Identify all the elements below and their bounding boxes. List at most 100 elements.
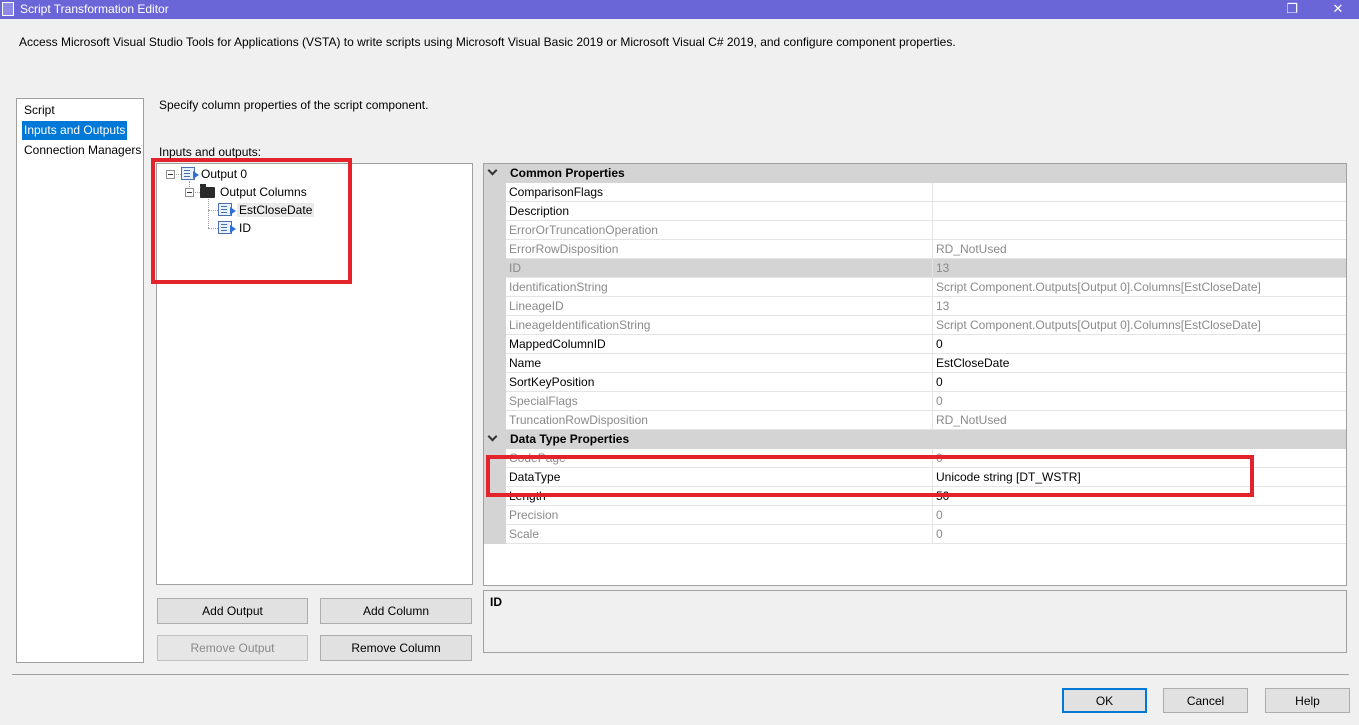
property-name: LineageIdentificationString — [506, 316, 933, 335]
property-value[interactable]: 0 — [933, 525, 1346, 544]
property-row-description[interactable]: Description — [484, 202, 1346, 221]
property-value[interactable]: RD_NotUsed — [933, 411, 1346, 430]
row-gutter — [484, 449, 506, 468]
property-name: Name — [506, 354, 933, 373]
tree-item-column-id[interactable]: ID — [239, 219, 251, 237]
row-gutter — [484, 297, 506, 316]
close-button[interactable]: ✕ — [1318, 0, 1358, 19]
property-value[interactable]: 0 — [933, 373, 1346, 392]
property-row-comparisonflags[interactable]: ComparisonFlags — [484, 183, 1346, 202]
tree-item-label: ID — [239, 221, 251, 235]
cancel-button[interactable]: Cancel — [1163, 688, 1248, 713]
category-common-properties[interactable]: Common Properties — [484, 164, 1346, 183]
tree-item-label: Output Columns — [220, 185, 307, 199]
property-row-codepage[interactable]: CodePage 0 — [484, 449, 1346, 468]
property-row-lineageidentificationstring[interactable]: LineageIdentificationString Script Compo… — [484, 316, 1346, 335]
restore-button[interactable]: ❐ — [1272, 0, 1312, 19]
property-value[interactable]: 0 — [933, 392, 1346, 411]
property-grid: Common Properties ComparisonFlags Descri… — [483, 163, 1347, 586]
property-name: SortKeyPosition — [506, 373, 933, 392]
tree-item-label: Output 0 — [201, 167, 248, 181]
row-gutter — [484, 487, 506, 506]
row-gutter — [484, 392, 506, 411]
property-row-identificationstring[interactable]: IdentificationString Script Component.Ou… — [484, 278, 1346, 297]
add-column-button[interactable]: Add Column — [320, 598, 472, 624]
nav-item-script[interactable]: Script — [22, 101, 57, 120]
remove-output-button[interactable]: Remove Output — [157, 635, 308, 661]
property-row-lineageid[interactable]: LineageID 13 — [484, 297, 1346, 316]
row-gutter — [484, 240, 506, 259]
property-value[interactable]: EstCloseDate — [933, 354, 1346, 373]
property-name: Description — [506, 202, 933, 221]
tree-item-column-estclosedate[interactable]: EstCloseDate — [237, 201, 315, 219]
property-row-specialflags[interactable]: SpecialFlags 0 — [484, 392, 1346, 411]
row-gutter — [484, 354, 506, 373]
page-description: Specify column properties of the script … — [159, 98, 429, 112]
property-name: Precision — [506, 506, 933, 525]
folder-icon — [200, 184, 215, 198]
property-name: LineageID — [506, 297, 933, 316]
tree-item-output-columns[interactable]: Output Columns — [220, 183, 307, 201]
chevron-down-icon[interactable] — [487, 431, 498, 442]
row-gutter — [484, 506, 506, 525]
property-row-sortkeyposition[interactable]: SortKeyPosition 0 — [484, 373, 1346, 392]
property-name: TruncationRowDisposition — [506, 411, 933, 430]
property-value[interactable]: 0 — [933, 506, 1346, 525]
row-gutter — [484, 183, 506, 202]
property-row-mappedcolumnid[interactable]: MappedColumnID 0 — [484, 335, 1346, 354]
property-value[interactable]: 50 — [933, 487, 1346, 506]
row-gutter — [484, 373, 506, 392]
category-data-type-properties[interactable]: Data Type Properties — [484, 430, 1346, 449]
add-output-button[interactable]: Add Output — [157, 598, 308, 624]
row-gutter — [484, 335, 506, 354]
column-icon — [218, 203, 236, 216]
nav-item-inputs-and-outputs[interactable]: Inputs and Outputs — [22, 121, 128, 140]
property-row-scale[interactable]: Scale 0 — [484, 525, 1346, 544]
inputs-outputs-tree: Output 0 Output Columns EstCloseDate ID — [156, 163, 473, 585]
property-row-id[interactable]: ID 13 — [484, 259, 1346, 278]
chevron-down-icon[interactable] — [487, 165, 498, 176]
property-description-title: ID — [490, 595, 502, 609]
property-row-datatype[interactable]: DataType Unicode string [DT_WSTR] — [484, 468, 1346, 487]
property-value[interactable] — [933, 183, 1346, 202]
row-gutter — [484, 316, 506, 335]
property-name: CodePage — [506, 449, 933, 468]
property-value[interactable]: Script Component.Outputs[Output 0].Colum… — [933, 316, 1346, 335]
property-row-truncationrowdisposition[interactable]: TruncationRowDisposition RD_NotUsed — [484, 411, 1346, 430]
title-bar: Script Transformation Editor ❐ ✕ — [0, 0, 1359, 19]
tree-item-output-0[interactable]: Output 0 — [201, 165, 247, 183]
remove-column-button[interactable]: Remove Column — [320, 635, 472, 661]
property-value[interactable] — [933, 202, 1346, 221]
property-value[interactable]: Script Component.Outputs[Output 0].Colum… — [933, 278, 1346, 297]
collapse-toggle-output-columns[interactable] — [185, 188, 194, 197]
property-row-precision[interactable]: Precision 0 — [484, 506, 1346, 525]
tree-connector — [208, 199, 209, 228]
category-label: Common Properties — [510, 166, 625, 180]
page-navigation: Script Inputs and Outputs Connection Man… — [16, 98, 144, 663]
ok-button[interactable]: OK — [1062, 688, 1147, 713]
property-row-errorrowdisposition[interactable]: ErrorRowDisposition RD_NotUsed — [484, 240, 1346, 259]
property-row-length[interactable]: Length 50 — [484, 487, 1346, 506]
collapse-toggle-output[interactable] — [166, 170, 175, 179]
row-gutter — [484, 411, 506, 430]
row-gutter — [484, 259, 506, 278]
property-value[interactable] — [933, 221, 1346, 240]
property-value[interactable]: 0 — [933, 335, 1346, 354]
tree-label: Inputs and outputs: — [159, 145, 262, 159]
row-gutter — [484, 525, 506, 544]
property-name: DataType — [506, 468, 933, 487]
property-value[interactable]: Unicode string [DT_WSTR] — [933, 468, 1346, 487]
property-row-errorortruncationoperation[interactable]: ErrorOrTruncationOperation — [484, 221, 1346, 240]
property-name: MappedColumnID — [506, 335, 933, 354]
footer-divider — [12, 674, 1349, 675]
property-name: Scale — [506, 525, 933, 544]
property-row-name[interactable]: Name EstCloseDate — [484, 354, 1346, 373]
nav-item-connection-managers[interactable]: Connection Managers — [22, 141, 143, 160]
help-button[interactable]: Help — [1265, 688, 1350, 713]
property-value[interactable]: RD_NotUsed — [933, 240, 1346, 259]
property-name: IdentificationString — [506, 278, 933, 297]
property-value[interactable]: 0 — [933, 449, 1346, 468]
property-value[interactable]: 13 — [933, 297, 1346, 316]
property-value[interactable]: 13 — [933, 259, 1346, 278]
tree-item-label: EstCloseDate — [237, 203, 315, 217]
